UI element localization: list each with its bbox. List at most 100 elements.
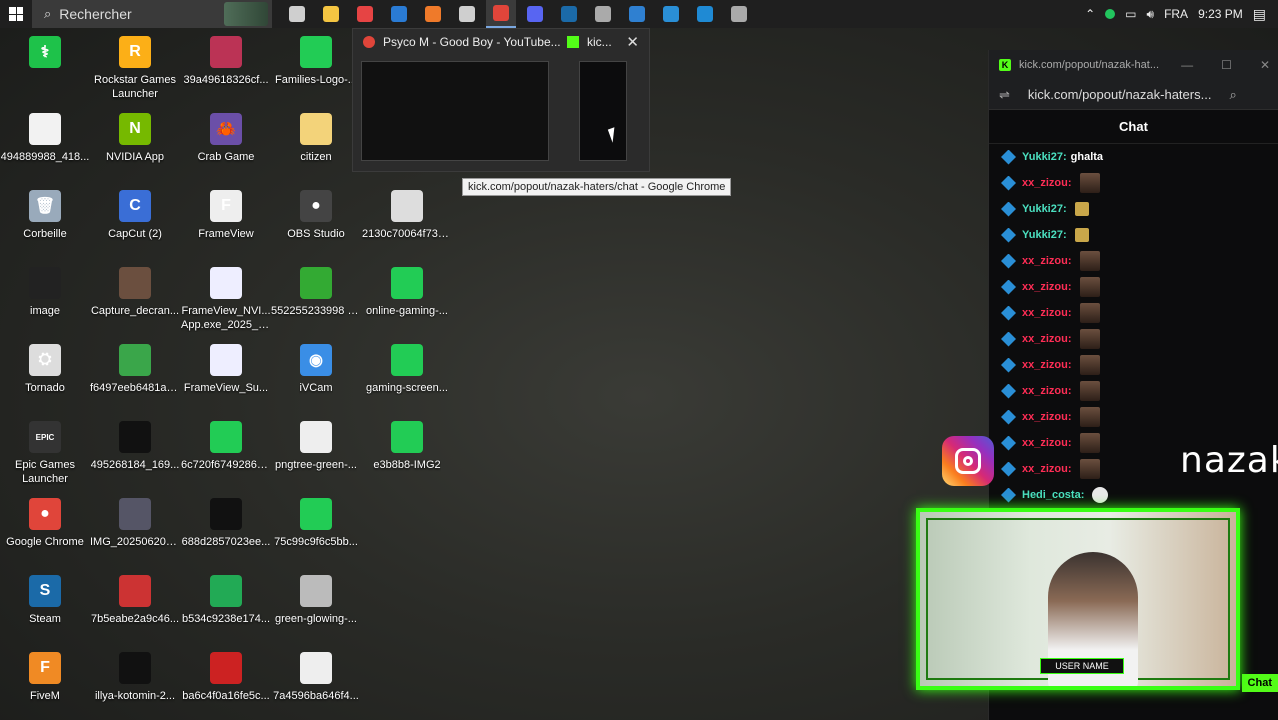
kick-thumbnail[interactable] bbox=[579, 61, 627, 161]
maximize-icon[interactable]: ☐ bbox=[1221, 58, 1232, 72]
site-settings-icon[interactable]: ⇌ bbox=[999, 87, 1010, 103]
chat-username[interactable]: xx_zizou: bbox=[1022, 281, 1072, 293]
taskbar-calendar-app-button[interactable] bbox=[350, 0, 380, 28]
address-bar[interactable]: ⇌ kick.com/popout/nazak-haters... ⌕ bbox=[989, 80, 1278, 110]
desktop-icon[interactable]: F FiveM bbox=[0, 652, 90, 703]
chat-username[interactable]: xx_zizou: bbox=[1022, 333, 1072, 345]
desktop-icon[interactable]: Capture_decran... bbox=[90, 267, 180, 318]
desktop-icon[interactable]: ba6c4f0a16fe5c... bbox=[181, 652, 271, 703]
desktop-icon[interactable]: R Rockstar Games Launcher bbox=[90, 36, 180, 101]
desktop-icon[interactable]: 39a49618326cf... bbox=[181, 36, 271, 87]
network-icon[interactable]: ▭ bbox=[1125, 7, 1136, 21]
desktop-icon[interactable]: C CapCut (2) bbox=[90, 190, 180, 241]
taskbar-search[interactable]: ⌕ Rechercher bbox=[32, 0, 272, 28]
desktop-icon[interactable]: green-glowing-... bbox=[271, 575, 361, 626]
status-dot-icon[interactable] bbox=[1105, 9, 1116, 19]
desktop-icon[interactable]: e3b8b8-IMG2 bbox=[362, 421, 452, 472]
desktop-icon[interactable]: citizen bbox=[271, 113, 361, 164]
desktop-icon[interactable]: 75c99c9f6c5bb... bbox=[271, 498, 361, 549]
chat-username[interactable]: Yukki27: bbox=[1022, 203, 1067, 215]
desktop-icon[interactable]: ⛭ Tornado bbox=[0, 344, 90, 395]
taskbar-discord-button[interactable] bbox=[520, 0, 550, 28]
desktop-icon[interactable]: FrameView_NVI... App.exe_2025_1... bbox=[181, 267, 271, 332]
chat-message: xx_zizou: bbox=[989, 404, 1278, 430]
chat-text: ghalta bbox=[1070, 151, 1104, 163]
app-icon bbox=[391, 421, 423, 453]
desktop-icon[interactable]: ⚕ bbox=[0, 36, 90, 73]
minimize-icon[interactable]: — bbox=[1181, 58, 1193, 72]
desktop-icon[interactable]: 494889988_418... bbox=[0, 113, 90, 164]
desktop-icon[interactable]: b534c9238e174... bbox=[181, 575, 271, 626]
desktop-icon[interactable]: N NVIDIA App bbox=[90, 113, 180, 164]
desktop-icon[interactable]: IMG_20250620_... bbox=[90, 498, 180, 549]
desktop-icon[interactable]: gaming-screen... bbox=[362, 344, 452, 395]
preview-tab-kick[interactable]: kic... bbox=[567, 35, 612, 49]
close-icon[interactable]: ✕ bbox=[1260, 58, 1270, 72]
desktop-icon[interactable]: illya-kotomin-2... bbox=[90, 652, 180, 703]
desktop-icon[interactable]: S Steam bbox=[0, 575, 90, 626]
desktop-icon[interactable]: F FrameView bbox=[181, 190, 271, 241]
chevron-up-icon[interactable]: ⌃ bbox=[1085, 7, 1095, 21]
search-icon[interactable]: ⌕ bbox=[1229, 87, 1236, 103]
taskbar-steam-button[interactable] bbox=[554, 0, 584, 28]
start-button[interactable] bbox=[0, 0, 32, 28]
desktop-icon[interactable]: FrameView_Su... bbox=[181, 344, 271, 395]
chat-username[interactable]: xx_zizou: bbox=[1022, 255, 1072, 267]
chat-username[interactable]: Hedi_costa: bbox=[1022, 489, 1084, 501]
desktop-icon[interactable]: 2130c70064f73b... bbox=[362, 190, 452, 241]
chat-username[interactable]: xx_zizou: bbox=[1022, 359, 1072, 371]
desktop-icon[interactable]: 🦀 Crab Game bbox=[181, 113, 271, 164]
taskbar-obs-button[interactable] bbox=[588, 0, 618, 28]
language-indicator[interactable]: FRA bbox=[1164, 7, 1188, 21]
youtube-thumbnail[interactable] bbox=[361, 61, 549, 161]
desktop-icon[interactable]: image bbox=[0, 267, 90, 318]
taskbar-vscode-button[interactable] bbox=[690, 0, 720, 28]
desktop-icon-label: Crab Game bbox=[197, 151, 255, 163]
desktop-icon[interactable]: ● OBS Studio bbox=[271, 190, 361, 241]
taskbar-photos-button[interactable] bbox=[622, 0, 652, 28]
chat-username[interactable]: Yukki27: bbox=[1022, 229, 1067, 241]
desktop-icon[interactable]: 🗑 Corbeille bbox=[0, 190, 90, 241]
taskbar-outlook-button[interactable] bbox=[384, 0, 414, 28]
chat-username[interactable]: xx_zizou: bbox=[1022, 385, 1072, 397]
taskbar-store-button[interactable] bbox=[656, 0, 686, 28]
taskbar-sound-button[interactable] bbox=[724, 0, 754, 28]
taskbar-office-app-button[interactable] bbox=[418, 0, 448, 28]
chat-username[interactable]: xx_zizou: bbox=[1022, 307, 1072, 319]
chat-username[interactable]: xx_zizou: bbox=[1022, 437, 1072, 449]
window-titlebar[interactable]: K kick.com/popout/nazak-hat... — ☐ ✕ bbox=[989, 50, 1278, 80]
desktop-icon-label: Rockstar Games Launcher bbox=[94, 74, 176, 100]
taskbar-chrome-button[interactable] bbox=[486, 0, 516, 28]
desktop-icon-label: pngtree-green-... bbox=[275, 459, 357, 471]
desktop-icon[interactable]: f6497eeb6481a9... bbox=[90, 344, 180, 395]
desktop-icon[interactable]: 7b5eabe2a9c46... bbox=[90, 575, 180, 626]
desktop-icon-label: 7a4596ba646f4... bbox=[273, 690, 359, 702]
desktop-icon[interactable]: 688d2857023ee... bbox=[181, 498, 271, 549]
chat-username[interactable]: xx_zizou: bbox=[1022, 463, 1072, 475]
preview-tab-youtube[interactable]: Psyco M - Good Boy - YouTube... bbox=[363, 35, 561, 49]
notification-icon[interactable]: ▤ bbox=[1253, 6, 1266, 23]
desktop-icon[interactable]: 6c720f67492864... bbox=[181, 421, 271, 472]
desktop-icon-label: iVCam bbox=[299, 382, 333, 394]
taskbar-settings-app-button[interactable] bbox=[452, 0, 482, 28]
close-icon[interactable]: ✕ bbox=[626, 33, 639, 51]
webcam-username-label: USER NAME bbox=[1040, 658, 1124, 674]
desktop-icon[interactable]: ● Google Chrome bbox=[0, 498, 90, 549]
chat-username[interactable]: xx_zizou: bbox=[1022, 411, 1072, 423]
desktop-icon[interactable]: 7a4596ba646f4... bbox=[271, 652, 361, 703]
desktop-icon[interactable]: 552255233998 7... bbox=[271, 267, 361, 318]
taskbar-file-explorer-button[interactable] bbox=[316, 0, 346, 28]
windows-logo-icon bbox=[9, 7, 23, 21]
chat-username[interactable]: Yukki27: bbox=[1022, 151, 1067, 163]
clock[interactable]: 9:23 PM bbox=[1198, 7, 1243, 21]
desktop-icon[interactable]: ◉ iVCam bbox=[271, 344, 361, 395]
desktop-icon[interactable]: Families-Logo-... bbox=[271, 36, 361, 87]
chat-button[interactable]: Chat bbox=[1241, 674, 1278, 692]
desktop-icon[interactable]: 495268184_169... bbox=[90, 421, 180, 472]
desktop-icon[interactable]: EPIC Epic Games Launcher bbox=[0, 421, 90, 486]
chat-username[interactable]: xx_zizou: bbox=[1022, 177, 1072, 189]
taskbar-task-view-button[interactable] bbox=[282, 0, 312, 28]
desktop-icon[interactable]: online-gaming-... bbox=[362, 267, 452, 318]
desktop-icon[interactable]: pngtree-green-... bbox=[271, 421, 361, 472]
volume-icon[interactable]: 🔊︎ bbox=[1147, 7, 1155, 22]
